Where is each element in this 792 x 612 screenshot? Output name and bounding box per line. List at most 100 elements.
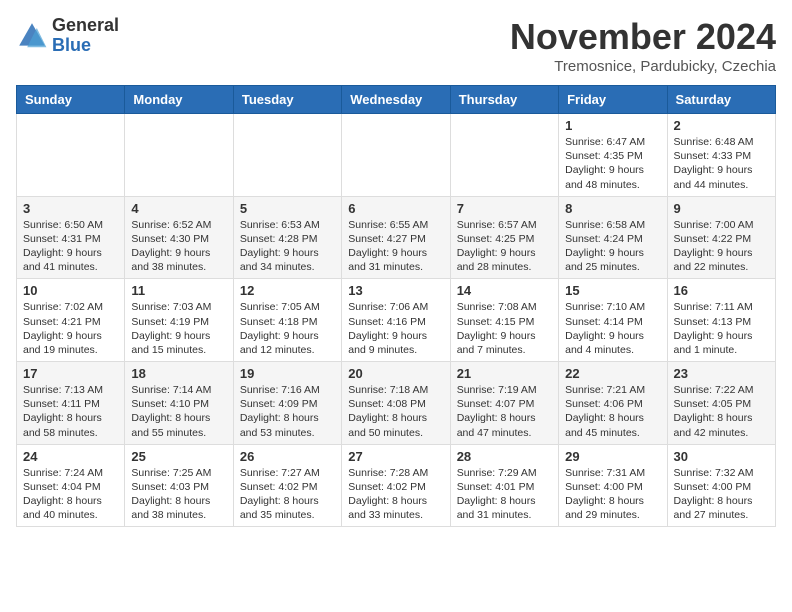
day-info: Sunrise: 6:58 AMSunset: 4:24 PMDaylight:… (565, 218, 660, 275)
day-info: Sunrise: 7:06 AMSunset: 4:16 PMDaylight:… (348, 300, 443, 357)
day-info: Sunrise: 6:47 AMSunset: 4:35 PMDaylight:… (565, 135, 660, 192)
logo: General Blue (16, 16, 119, 56)
calendar-cell: 7Sunrise: 6:57 AMSunset: 4:25 PMDaylight… (450, 196, 558, 279)
day-info: Sunrise: 7:14 AMSunset: 4:10 PMDaylight:… (131, 383, 226, 440)
day-number: 8 (565, 201, 660, 216)
calendar-cell (17, 114, 125, 197)
day-number: 11 (131, 283, 226, 298)
logo-icon (16, 20, 48, 52)
day-info: Sunrise: 7:25 AMSunset: 4:03 PMDaylight:… (131, 466, 226, 523)
logo-blue: Blue (52, 35, 91, 55)
calendar-cell (342, 114, 450, 197)
day-header-monday: Monday (125, 86, 233, 114)
calendar-cell: 18 Sunrise: 7:14 AMSunset: 4:10 PMDayligh… (125, 362, 233, 445)
day-info: Sunrise: 7:11 AMSunset: 4:13 PMDaylight:… (674, 300, 769, 357)
day-number: 23 (674, 366, 769, 381)
calendar-cell: 10Sunrise: 7:02 AMSunset: 4:21 PMDayligh… (17, 279, 125, 362)
days-header-row: SundayMondayTuesdayWednesdayThursdayFrid… (17, 86, 776, 114)
day-number: 1 (565, 118, 660, 133)
day-header-thursday: Thursday (450, 86, 558, 114)
calendar-cell: 9 Sunrise: 7:00 AMSunset: 4:22 PMDaylight… (667, 196, 775, 279)
calendar-cell: 3 Sunrise: 6:50 AMSunset: 4:31 PMDaylight… (17, 196, 125, 279)
calendar-cell: 24 Sunrise: 7:24 AMSunset: 4:04 PMDayligh… (17, 444, 125, 527)
day-info: Sunrise: 6:52 AMSunset: 4:30 PMDaylight:… (131, 218, 226, 275)
day-number: 21 (457, 366, 552, 381)
day-number: 14 (457, 283, 552, 298)
day-header-wednesday: Wednesday (342, 86, 450, 114)
day-header-friday: Friday (559, 86, 667, 114)
day-number: 17 (23, 366, 118, 381)
day-info: Sunrise: 6:50 AMSunset: 4:31 PMDaylight:… (23, 218, 118, 275)
calendar-cell (125, 114, 233, 197)
day-number: 6 (348, 201, 443, 216)
day-number: 16 (674, 283, 769, 298)
day-number: 30 (674, 449, 769, 464)
day-info: Sunrise: 7:29 AMSunset: 4:01 PMDaylight:… (457, 466, 552, 523)
day-info: Sunrise: 7:16 AMSunset: 4:09 PMDaylight:… (240, 383, 335, 440)
day-info: Sunrise: 6:55 AMSunset: 4:27 PMDaylight:… (348, 218, 443, 275)
logo-general: General (52, 15, 119, 35)
calendar-cell: 8 Sunrise: 6:58 AMSunset: 4:24 PMDaylight… (559, 196, 667, 279)
week-row-4: 17 Sunrise: 7:13 AMSunset: 4:11 PMDayligh… (17, 362, 776, 445)
logo-text: General Blue (52, 16, 119, 56)
day-info: Sunrise: 7:05 AMSunset: 4:18 PMDaylight:… (240, 300, 335, 357)
day-number: 4 (131, 201, 226, 216)
day-number: 24 (23, 449, 118, 464)
day-info: Sunrise: 7:28 AMSunset: 4:02 PMDaylight:… (348, 466, 443, 523)
day-info: Sunrise: 7:22 AMSunset: 4:05 PMDaylight:… (674, 383, 769, 440)
header: General Blue November 2024 Tremosnice, P… (16, 16, 776, 75)
week-row-5: 24 Sunrise: 7:24 AMSunset: 4:04 PMDayligh… (17, 444, 776, 527)
day-info: Sunrise: 6:53 AMSunset: 4:28 PMDaylight:… (240, 218, 335, 275)
day-number: 27 (348, 449, 443, 464)
day-number: 25 (131, 449, 226, 464)
calendar-cell: 19Sunrise: 7:16 AMSunset: 4:09 PMDayligh… (233, 362, 341, 445)
day-number: 18 (131, 366, 226, 381)
calendar-cell: 11 Sunrise: 7:03 AMSunset: 4:19 PMDayligh… (125, 279, 233, 362)
day-number: 29 (565, 449, 660, 464)
calendar-cell: 13 Sunrise: 7:06 AMSunset: 4:16 PMDayligh… (342, 279, 450, 362)
calendar-cell: 28 Sunrise: 7:29 AMSunset: 4:01 PMDayligh… (450, 444, 558, 527)
week-row-1: 1 Sunrise: 6:47 AMSunset: 4:35 PMDaylight… (17, 114, 776, 197)
calendar-cell: 4 Sunrise: 6:52 AMSunset: 4:30 PMDaylight… (125, 196, 233, 279)
day-number: 26 (240, 449, 335, 464)
calendar-cell: 27 Sunrise: 7:28 AMSunset: 4:02 PMDayligh… (342, 444, 450, 527)
day-header-saturday: Saturday (667, 86, 775, 114)
day-info: Sunrise: 7:27 AMSunset: 4:02 PMDaylight:… (240, 466, 335, 523)
day-number: 2 (674, 118, 769, 133)
calendar-cell: 15 Sunrise: 7:10 AMSunset: 4:14 PMDayligh… (559, 279, 667, 362)
day-number: 28 (457, 449, 552, 464)
title-area: November 2024 Tremosnice, Pardubicky, Cz… (510, 16, 776, 75)
calendar-cell: 16 Sunrise: 7:11 AMSunset: 4:13 PMDayligh… (667, 279, 775, 362)
week-row-3: 10Sunrise: 7:02 AMSunset: 4:21 PMDayligh… (17, 279, 776, 362)
day-info: Sunrise: 7:02 AMSunset: 4:21 PMDaylight:… (23, 300, 118, 357)
day-number: 3 (23, 201, 118, 216)
calendar-cell: 14Sunrise: 7:08 AMSunset: 4:15 PMDayligh… (450, 279, 558, 362)
day-number: 20 (348, 366, 443, 381)
day-number: 5 (240, 201, 335, 216)
day-info: Sunrise: 7:24 AMSunset: 4:04 PMDaylight:… (23, 466, 118, 523)
day-info: Sunrise: 6:48 AMSunset: 4:33 PMDaylight:… (674, 135, 769, 192)
day-info: Sunrise: 7:18 AMSunset: 4:08 PMDaylight:… (348, 383, 443, 440)
day-number: 12 (240, 283, 335, 298)
day-number: 22 (565, 366, 660, 381)
calendar-table: SundayMondayTuesdayWednesdayThursdayFrid… (16, 85, 776, 527)
day-number: 7 (457, 201, 552, 216)
location-subtitle: Tremosnice, Pardubicky, Czechia (510, 58, 776, 75)
calendar-cell: 6 Sunrise: 6:55 AMSunset: 4:27 PMDaylight… (342, 196, 450, 279)
day-info: Sunrise: 7:19 AMSunset: 4:07 PMDaylight:… (457, 383, 552, 440)
day-info: Sunrise: 7:10 AMSunset: 4:14 PMDaylight:… (565, 300, 660, 357)
day-number: 15 (565, 283, 660, 298)
day-header-sunday: Sunday (17, 86, 125, 114)
month-title: November 2024 (510, 16, 776, 58)
day-number: 9 (674, 201, 769, 216)
calendar-cell: 26 Sunrise: 7:27 AMSunset: 4:02 PMDayligh… (233, 444, 341, 527)
day-info: Sunrise: 7:00 AMSunset: 4:22 PMDaylight:… (674, 218, 769, 275)
calendar-cell: 22Sunrise: 7:21 AMSunset: 4:06 PMDayligh… (559, 362, 667, 445)
day-info: Sunrise: 7:03 AMSunset: 4:19 PMDaylight:… (131, 300, 226, 357)
day-number: 13 (348, 283, 443, 298)
day-header-tuesday: Tuesday (233, 86, 341, 114)
calendar-cell: 5 Sunrise: 6:53 AMSunset: 4:28 PMDaylight… (233, 196, 341, 279)
day-info: Sunrise: 7:13 AMSunset: 4:11 PMDaylight:… (23, 383, 118, 440)
calendar-cell: 23 Sunrise: 7:22 AMSunset: 4:05 PMDayligh… (667, 362, 775, 445)
calendar-cell: 30Sunrise: 7:32 AMSunset: 4:00 PMDayligh… (667, 444, 775, 527)
